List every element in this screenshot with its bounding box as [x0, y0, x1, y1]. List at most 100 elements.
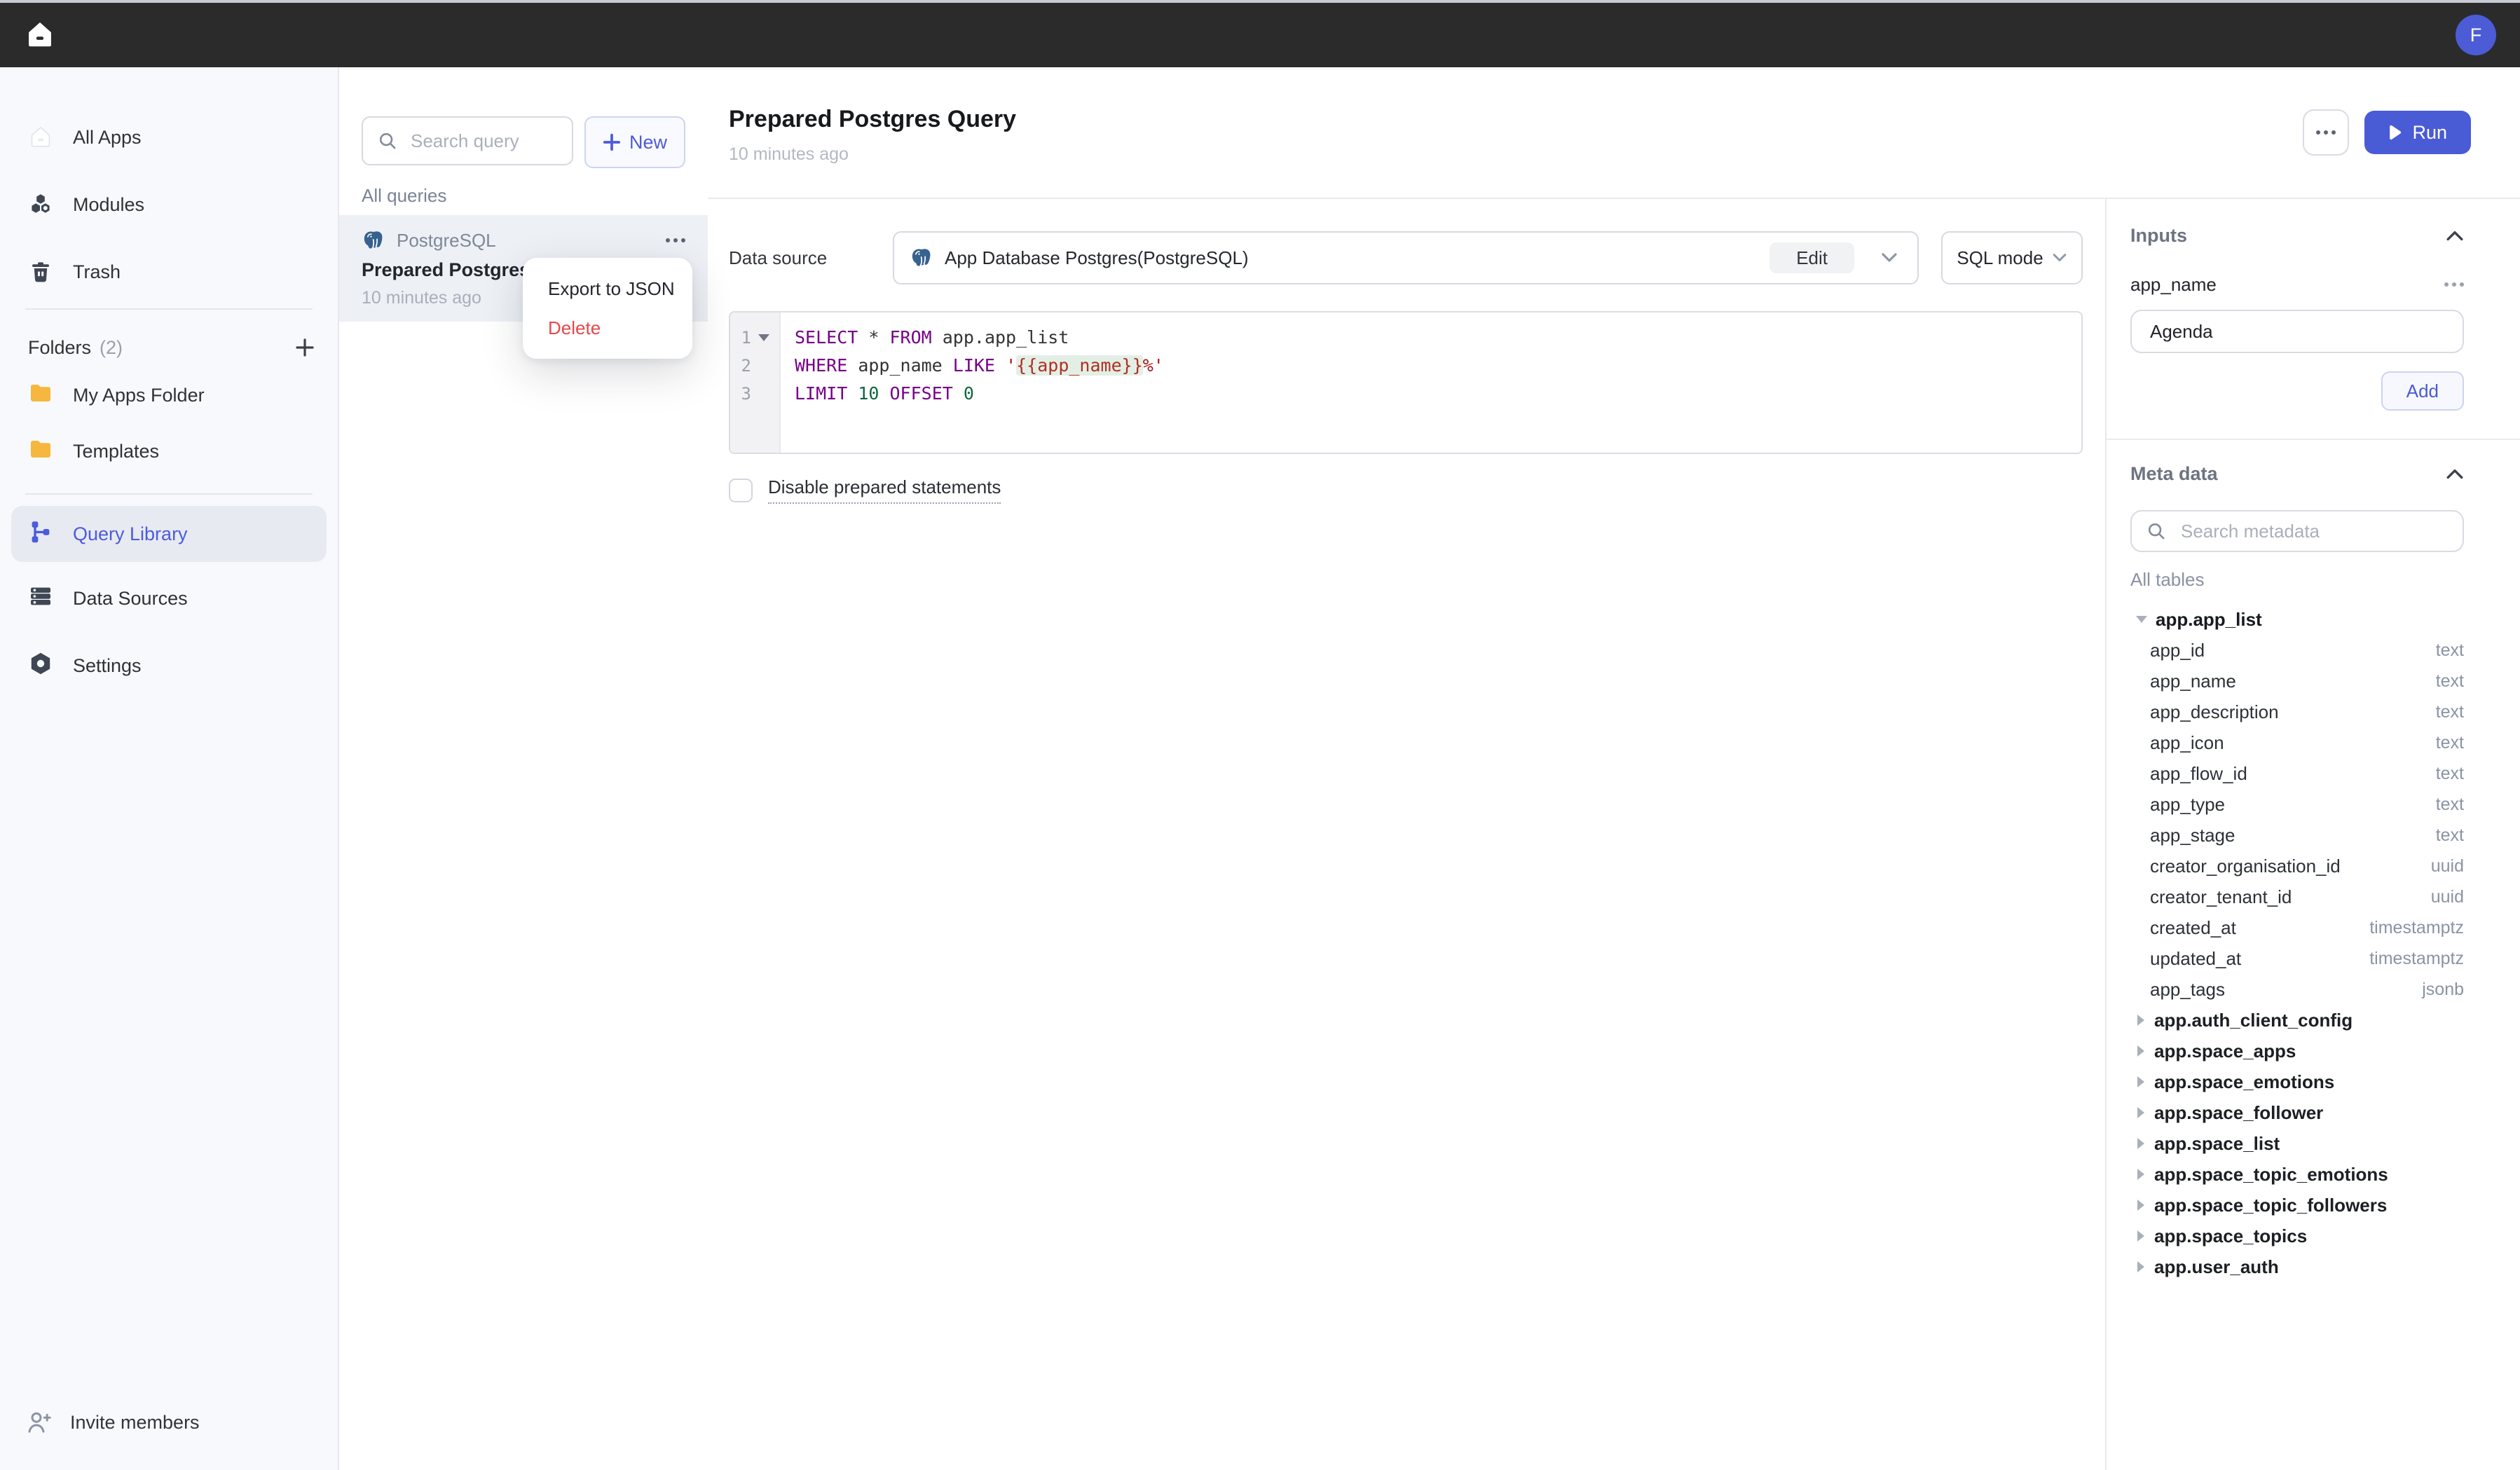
sidebar-folder-my-apps[interactable]: My Apps Folder	[0, 367, 338, 423]
table-row-collapsed[interactable]: app.space_topic_followers	[2130, 1190, 2464, 1221]
caret-right-icon	[2137, 1138, 2144, 1149]
trash-icon	[28, 259, 53, 284]
sidebar-item-modules[interactable]: Modules	[0, 174, 338, 235]
inputs-section-title: Inputs	[2130, 225, 2187, 247]
sidebar-folder-templates[interactable]: Templates	[0, 423, 338, 479]
table-name: app.space_topic_followers	[2154, 1195, 2387, 1216]
field-row[interactable]: updated_attimestamptz	[2130, 943, 2464, 974]
table-row-expanded[interactable]: app.app_list	[2130, 604, 2464, 635]
add-input-button[interactable]: Add	[2381, 371, 2464, 411]
field-row[interactable]: app_nametext	[2130, 666, 2464, 696]
table-name: app.user_auth	[2154, 1256, 2279, 1278]
search-icon	[2146, 521, 2167, 542]
sidebar-item-settings[interactable]: Settings	[0, 635, 338, 696]
sidebar-item-trash[interactable]: Trash	[0, 241, 338, 303]
field-row[interactable]: creator_organisation_iduuid	[2130, 851, 2464, 881]
page-title: Prepared Postgres Query	[729, 104, 1016, 135]
field-row[interactable]: app_icontext	[2130, 727, 2464, 758]
input-param-menu-button[interactable]	[2444, 282, 2464, 287]
sidebar-item-all-apps[interactable]: All Apps	[0, 107, 338, 168]
chevron-up-icon[interactable]	[2446, 229, 2464, 242]
add-folder-icon[interactable]	[294, 337, 315, 358]
invite-members-label: Invite members	[70, 1412, 200, 1434]
table-row-collapsed[interactable]: app.space_emotions	[2130, 1066, 2464, 1097]
metadata-search-box[interactable]	[2130, 510, 2464, 552]
play-icon	[2388, 125, 2401, 140]
code-line[interactable]: WHERE app_name LIKE '{{app_name}}%'	[795, 352, 2081, 380]
query-context-menu: Export to JSON Delete	[523, 258, 692, 359]
field-type: uuid	[2431, 887, 2464, 907]
fold-caret-icon[interactable]	[758, 334, 769, 341]
field-row[interactable]: app_tagsjsonb	[2130, 974, 2464, 1005]
query-search-box[interactable]	[362, 116, 573, 165]
disable-prepared-statements-checkbox[interactable]	[729, 479, 753, 502]
field-row[interactable]: app_descriptiontext	[2130, 696, 2464, 727]
more-options-button[interactable]	[2303, 109, 2349, 156]
field-name: app_tags	[2150, 979, 2225, 1001]
table-row-collapsed[interactable]: app.space_topics	[2130, 1221, 2464, 1251]
run-label: Run	[2412, 122, 2447, 144]
data-source-select[interactable]: App Database Postgres(PostgreSQL) Edit	[893, 231, 1919, 284]
all-queries-label: All queries	[362, 185, 685, 207]
field-type: text	[2436, 671, 2464, 692]
sql-mode-select[interactable]: SQL mode	[1941, 231, 2083, 284]
input-param-value-field[interactable]	[2130, 310, 2464, 353]
field-name: updated_at	[2150, 948, 2241, 970]
metadata-search-input[interactable]	[2178, 519, 2449, 544]
sidebar-item-label: All Apps	[73, 127, 142, 149]
field-row[interactable]: app_flow_idtext	[2130, 758, 2464, 789]
new-query-label: New	[629, 132, 667, 153]
export-to-json-menu-item[interactable]: Export to JSON	[523, 269, 692, 308]
caret-right-icon	[2137, 1200, 2144, 1211]
delete-menu-item[interactable]: Delete	[523, 308, 692, 348]
caret-right-icon	[2137, 1076, 2144, 1087]
table-row-collapsed[interactable]: app.space_follower	[2130, 1097, 2464, 1128]
query-search-input[interactable]	[408, 129, 558, 153]
home-icon[interactable]	[24, 19, 56, 51]
ellipsis-icon	[2316, 130, 2336, 135]
table-row-collapsed[interactable]: app.auth_client_config	[2130, 1005, 2464, 1036]
query-item-menu-button[interactable]	[666, 238, 685, 242]
chevron-down-icon[interactable]	[1881, 252, 1898, 263]
folder-label: My Apps Folder	[73, 385, 205, 406]
folders-count: (2)	[100, 337, 123, 359]
code-line[interactable]: SELECT * FROM app.app_list	[795, 324, 2081, 352]
editor-code[interactable]: SELECT * FROM app.app_listWHERE app_name…	[781, 312, 2081, 453]
settings-icon	[28, 651, 53, 681]
chevron-up-icon[interactable]	[2446, 467, 2464, 480]
field-row[interactable]: app_idtext	[2130, 635, 2464, 666]
field-type: text	[2436, 733, 2464, 753]
field-name: created_at	[2150, 917, 2236, 939]
code-line[interactable]: LIMIT 10 OFFSET 0	[795, 380, 2081, 408]
sidebar-item-data-sources[interactable]: Data Sources	[0, 568, 338, 629]
table-row-collapsed[interactable]: app.user_auth	[2130, 1251, 2464, 1282]
table-name: app.app_list	[2156, 609, 2262, 631]
right-panel: Inputs app_name Add Meta data All t	[2105, 199, 2520, 1470]
sql-code-editor[interactable]: 123 SELECT * FROM app.app_listWHERE app_…	[729, 311, 2083, 454]
main-header: Prepared Postgres Query 10 minutes ago R…	[708, 67, 2520, 199]
sidebar-item-query-library[interactable]: Query Library	[11, 506, 327, 562]
folder-icon	[28, 437, 53, 467]
field-name: app_type	[2150, 794, 2225, 816]
folder-label: Templates	[73, 441, 159, 462]
invite-user-icon	[25, 1408, 53, 1436]
sidebar-item-label: Query Library	[73, 523, 188, 545]
field-name: creator_tenant_id	[2150, 886, 2292, 908]
avatar[interactable]: F	[2456, 15, 2496, 55]
field-type: text	[2436, 764, 2464, 784]
field-type: text	[2436, 640, 2464, 661]
table-name: app.space_list	[2154, 1133, 2280, 1155]
field-name: app_description	[2150, 701, 2279, 723]
new-query-button[interactable]: New	[584, 116, 685, 168]
field-row[interactable]: created_attimestamptz	[2130, 912, 2464, 943]
table-row-collapsed[interactable]: app.space_topic_emotions	[2130, 1159, 2464, 1190]
run-button[interactable]: Run	[2364, 111, 2471, 154]
field-row[interactable]: app_stagetext	[2130, 820, 2464, 851]
invite-members-button[interactable]: Invite members	[0, 1394, 338, 1450]
edit-data-source-button[interactable]: Edit	[1769, 242, 1854, 273]
field-row[interactable]: creator_tenant_id uuid	[2130, 881, 2464, 912]
field-row[interactable]: app_typetext	[2130, 789, 2464, 820]
sql-mode-label: SQL mode	[1957, 247, 2043, 269]
table-row-collapsed[interactable]: app.space_apps	[2130, 1036, 2464, 1066]
table-row-collapsed[interactable]: app.space_list	[2130, 1128, 2464, 1159]
